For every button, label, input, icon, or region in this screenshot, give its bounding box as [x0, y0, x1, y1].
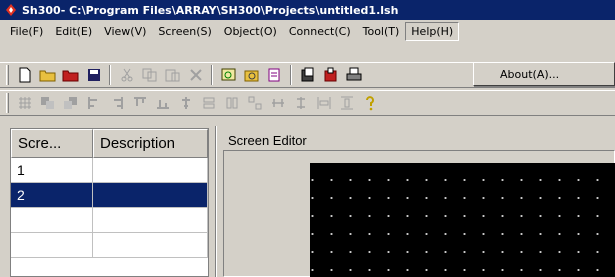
save-button[interactable]	[82, 64, 105, 86]
toolbar-separator	[211, 65, 213, 85]
same-width-button[interactable]	[197, 92, 220, 114]
align-right-button[interactable]	[105, 92, 128, 114]
title-bar: Sh300- C:\Program Files\ARRAY\SH300\Proj…	[0, 0, 615, 20]
open-file-button[interactable]	[36, 64, 59, 86]
center-vertical-icon	[340, 96, 353, 110]
align-top-button[interactable]	[128, 92, 151, 114]
open-screen-icon	[244, 70, 258, 82]
paste-button[interactable]	[161, 64, 184, 86]
layout-toolbar	[0, 90, 615, 116]
new-screen-icon	[221, 68, 235, 81]
bring-front-button[interactable]	[36, 92, 59, 114]
align-right-icon	[113, 97, 123, 109]
open-screen-button[interactable]	[240, 64, 263, 86]
help-pointer-icon	[365, 96, 374, 111]
align-center-icon	[181, 97, 190, 109]
center-horizontal-button[interactable]	[312, 92, 335, 114]
paste-icon	[165, 69, 179, 82]
screen-list-header: Scre... Description	[11, 129, 208, 158]
screen-editor-canvas[interactable]	[310, 163, 615, 277]
column-header-description[interactable]: Description	[93, 129, 208, 158]
space-vertical-icon	[296, 97, 305, 109]
send-back-button[interactable]	[59, 92, 82, 114]
screen-description-cell[interactable]	[93, 233, 208, 257]
about-menu-item[interactable]: About(A)...	[500, 68, 559, 81]
screen-list-panel: Scre... Description 1 2	[10, 128, 209, 277]
screen-row[interactable]	[11, 233, 208, 258]
menu-edit[interactable]: Edit(E)	[49, 22, 98, 41]
screen-number-cell[interactable]: 1	[11, 158, 93, 182]
menu-screen[interactable]: Screen(S)	[152, 22, 217, 41]
menu-bar: File(F) Edit(E) View(V) Screen(S) Object…	[0, 20, 615, 42]
screen-description-cell[interactable]	[93, 183, 208, 207]
screen-row-selected[interactable]: 2	[11, 183, 208, 208]
bring-front-icon	[40, 97, 54, 109]
align-left-icon	[87, 97, 97, 109]
screen-row[interactable]	[11, 208, 208, 233]
print-icon	[346, 67, 361, 81]
app-icon	[6, 4, 16, 16]
compile-button[interactable]	[296, 64, 319, 86]
grid-button[interactable]	[13, 92, 36, 114]
menu-file[interactable]: File(F)	[4, 22, 49, 41]
print-button[interactable]	[342, 64, 365, 86]
delete-icon	[189, 69, 202, 81]
screen-row[interactable]: 1	[11, 158, 208, 183]
window-title: Sh300- C:\Program Files\ARRAY\SH300\Proj…	[22, 3, 399, 17]
screen-properties-button[interactable]	[263, 64, 286, 86]
same-size-button[interactable]	[243, 92, 266, 114]
space-horizontal-icon	[271, 99, 284, 107]
same-size-icon	[248, 96, 261, 110]
same-height-button[interactable]	[220, 92, 243, 114]
new-screen-button[interactable]	[217, 64, 240, 86]
download-button[interactable]	[319, 64, 342, 86]
menu-tool[interactable]: Tool(T)	[357, 22, 406, 41]
screen-number-cell[interactable]	[11, 233, 93, 257]
compile-icon	[301, 67, 313, 82]
download-icon	[324, 67, 336, 82]
menu-connect[interactable]: Connect(C)	[283, 22, 357, 41]
screen-number-cell[interactable]: 2	[11, 183, 93, 207]
new-file-button[interactable]	[13, 64, 36, 86]
toolbar-separator	[290, 65, 292, 85]
center-horizontal-icon	[317, 97, 330, 109]
align-bottom-icon	[156, 100, 169, 109]
column-header-screen[interactable]: Scre...	[11, 129, 93, 158]
same-width-icon	[203, 97, 214, 109]
menu-view[interactable]: View(V)	[98, 22, 152, 41]
same-height-icon	[226, 97, 237, 109]
delete-button[interactable]	[184, 64, 207, 86]
close-file-icon	[62, 70, 78, 82]
space-horizontal-button[interactable]	[266, 92, 289, 114]
save-icon	[87, 69, 100, 81]
menu-object[interactable]: Object(O)	[218, 22, 283, 41]
screen-description-cell[interactable]	[93, 208, 208, 232]
close-file-button[interactable]	[59, 64, 82, 86]
copy-icon	[142, 68, 156, 82]
toolbar-grip[interactable]	[6, 93, 9, 113]
help-dropdown: About(A)...	[473, 62, 615, 86]
send-back-icon	[63, 97, 77, 109]
copy-button[interactable]	[138, 64, 161, 86]
grid-icon	[18, 97, 31, 109]
toolbar-separator	[109, 65, 111, 85]
screen-description-cell[interactable]	[93, 158, 208, 182]
panel-divider[interactable]	[215, 126, 217, 277]
align-top-icon	[133, 97, 146, 106]
screen-properties-icon	[268, 68, 279, 82]
cut-button[interactable]	[115, 64, 138, 86]
align-left-button[interactable]	[82, 92, 105, 114]
center-vertical-button[interactable]	[335, 92, 358, 114]
new-file-icon	[19, 67, 30, 83]
open-folder-icon	[39, 70, 55, 82]
screen-editor-label: Screen Editor	[228, 133, 307, 148]
screen-number-cell[interactable]	[11, 208, 93, 232]
align-bottom-button[interactable]	[151, 92, 174, 114]
space-vertical-button[interactable]	[289, 92, 312, 114]
cut-icon	[121, 68, 132, 82]
menu-help[interactable]: Help(H)	[405, 21, 460, 41]
help-pointer-button[interactable]	[358, 92, 381, 114]
align-center-button[interactable]	[174, 92, 197, 114]
toolbar-grip[interactable]	[6, 65, 9, 85]
